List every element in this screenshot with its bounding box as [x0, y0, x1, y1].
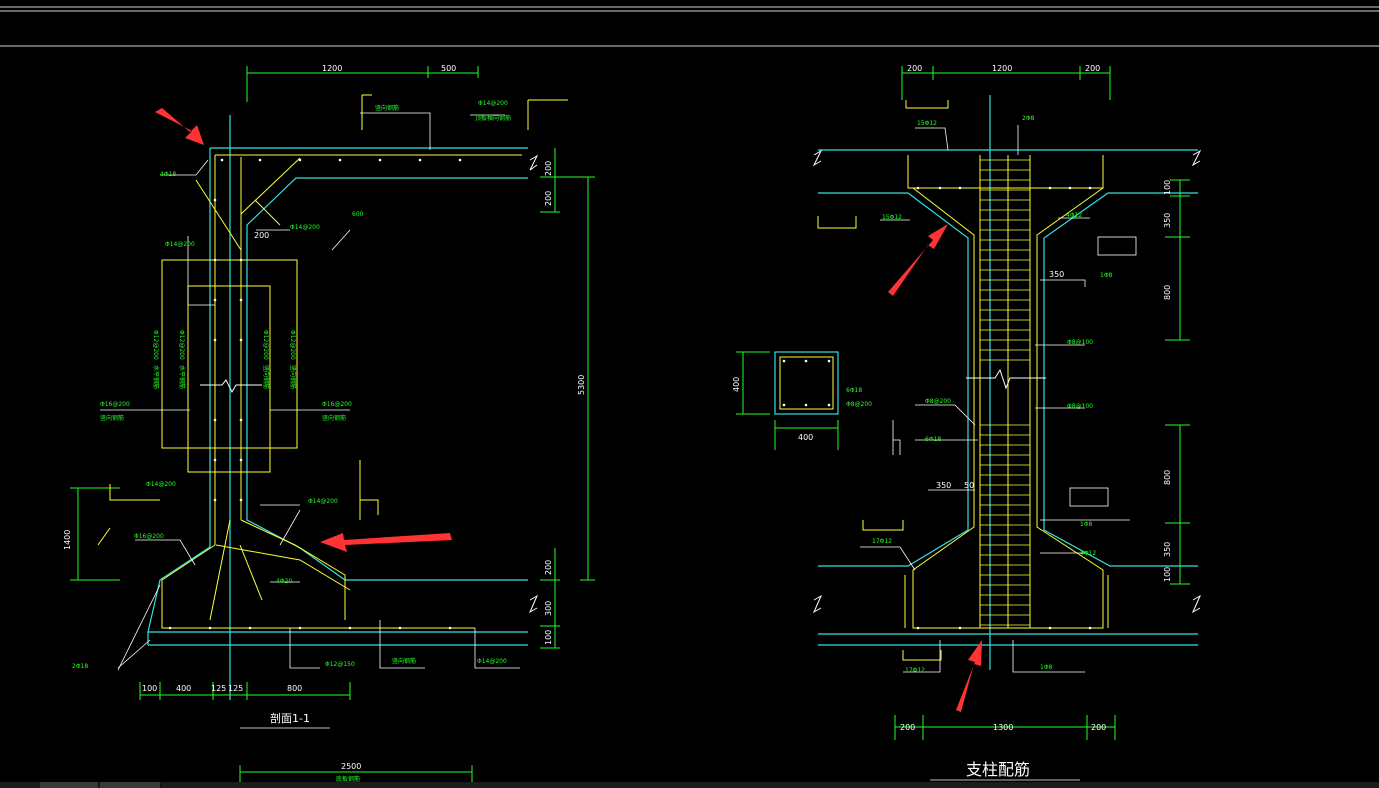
rebar-2d8: 2Φ8	[1022, 115, 1035, 122]
dim-300: 300	[544, 601, 553, 616]
v-lab-1: Φ12@200	[152, 330, 159, 360]
dim-800-b: 800	[287, 684, 302, 693]
dim-1400: 1400	[63, 530, 72, 550]
rebar-phi14-200-c: Φ14@200	[146, 481, 176, 488]
rebar-2d18: 2Φ18	[72, 663, 88, 670]
dim-1200-r: 1200	[992, 64, 1012, 73]
dim-200-r1: 200	[544, 161, 553, 176]
rebar-phi8-200-a: Φ8@200	[846, 401, 872, 408]
rebar-top-2: Φ14@200	[478, 100, 508, 107]
rebar-15d12-a: 15Φ12	[917, 120, 937, 127]
rebar-1d8-b: 1Φ8	[1080, 521, 1093, 528]
rebar-phi16-200-r: Φ16@200	[322, 401, 352, 408]
rebar-phi8-200-b: Φ8@200	[925, 398, 951, 405]
dim-400-b: 400	[176, 684, 191, 693]
dim-200-r2: 200	[544, 191, 553, 206]
rebar-4d12-b: 4Φ12	[1080, 550, 1096, 557]
dim-400-h: 400	[798, 433, 813, 442]
column-title: 支柱配筋	[966, 760, 1030, 779]
dim-200-a: 200	[907, 64, 922, 73]
left-labels: 1200 500 200 200 5300 1400 200 300 100 1…	[63, 64, 586, 783]
dim-350-b: 350	[936, 481, 951, 490]
red-arrow-2	[320, 533, 452, 552]
rebar-top-3: 顶板横向钢筋	[475, 114, 511, 122]
rebar-1d8-c: 1Φ8	[1040, 664, 1053, 671]
dim-200-c: 200	[900, 723, 915, 732]
right-labels: 200 1200 200 15Φ12 2Φ8 15Φ12 4Φ12 350 1Φ…	[732, 64, 1172, 779]
dim-800-a: 800	[1163, 285, 1172, 300]
v-lab-2: Φ12@200	[178, 330, 185, 360]
v-lab-6: Φ12@200	[289, 330, 296, 360]
layout-tab-1[interactable]	[40, 782, 99, 788]
rebar-phi16-200-l: Φ16@200	[100, 401, 130, 408]
dim-1300: 1300	[993, 723, 1013, 732]
red-arrow-4	[956, 640, 982, 712]
dim-400-v: 400	[732, 377, 741, 392]
section-title: 剖面1-1	[270, 711, 310, 725]
rebar-phi14-200-f: Φ14@200	[477, 658, 507, 665]
dim-100-b: 100	[142, 684, 157, 693]
v-lab-3: 水平钢筋	[152, 365, 160, 389]
layout-tab-2[interactable]	[100, 782, 161, 788]
dim-500: 500	[441, 64, 456, 73]
v-lab-7: 竖向钢筋	[262, 365, 270, 389]
dim-200-in: 200	[254, 231, 269, 240]
dim-350-v: 350	[1163, 213, 1172, 228]
rebar-6d18-b: 6Φ18	[925, 436, 941, 443]
rebar-4d18: 4Φ18	[160, 171, 176, 178]
rebar-17d12-b: 17Φ12	[905, 667, 925, 674]
red-arrow-3	[888, 224, 948, 296]
dim-5300: 5300	[577, 375, 586, 395]
rebar-17d12-a: 17Φ12	[872, 538, 892, 545]
dim-350-v2: 350	[1163, 542, 1172, 557]
rebar-15d12-b: 15Φ12	[882, 214, 902, 221]
rebar-vert-r: 竖向钢筋	[322, 414, 346, 422]
red-arrow-1	[155, 108, 204, 145]
dim-125-a: 125	[211, 684, 226, 693]
right-section	[736, 66, 1202, 781]
dim-800-b-r: 800	[1163, 470, 1172, 485]
rebar-1d8-a: 1Φ8	[1100, 272, 1113, 279]
dim-350-a: 350	[1049, 270, 1064, 279]
dim-200-b: 200	[1085, 64, 1100, 73]
rebar-phi8-100-b: Φ8@100	[1067, 403, 1093, 410]
layout-tab-strip	[0, 782, 1379, 788]
rebar-6d18: 6Φ18	[846, 387, 862, 394]
dim-600: 600	[352, 211, 364, 218]
rebar-phi14-200-a: Φ14@200	[290, 224, 320, 231]
rebar-vert-l: 竖向钢筋	[100, 414, 124, 422]
v-lab-4: 水平钢筋	[178, 365, 186, 389]
rebar-phi16-200-d: Φ16@200	[134, 533, 164, 540]
dim-50: 50	[964, 481, 974, 490]
v-lab-8: 竖向钢筋	[289, 365, 297, 389]
dim-125-b: 125	[228, 684, 243, 693]
dim-2500: 2500	[341, 762, 361, 771]
dim-100-b-r: 100	[1163, 567, 1172, 582]
rebar-top-1: 竖向钢筋	[375, 104, 399, 112]
rebar-phi8-100-a: Φ8@100	[1067, 339, 1093, 346]
dim-200-r3: 200	[544, 560, 553, 575]
rebar-phi12-150: Φ12@150	[325, 661, 355, 668]
rebar-phi14-200-b: Φ14@200	[165, 241, 195, 248]
dim-200-d: 200	[1091, 723, 1106, 732]
v-lab-5: Φ12@200	[262, 330, 269, 360]
dim-100-r: 100	[544, 630, 553, 645]
rebar-bottom-v: 竖向钢筋	[392, 657, 416, 665]
left-section	[70, 66, 595, 782]
rebar-phi14-200-e: Φ14@200	[308, 498, 338, 505]
dim-100-a: 100	[1163, 180, 1172, 195]
rebar-4d20: 4Φ20	[276, 578, 292, 585]
cad-drawing: 1200 500 200 200 5300 1400 200 300 100 1…	[0, 6, 1379, 783]
dim-1200: 1200	[322, 64, 342, 73]
cad-viewport[interactable]: 1200 500 200 200 5300 1400 200 300 100 1…	[0, 0, 1379, 788]
rebar-4d12-a: 4Φ12	[1066, 212, 1082, 219]
